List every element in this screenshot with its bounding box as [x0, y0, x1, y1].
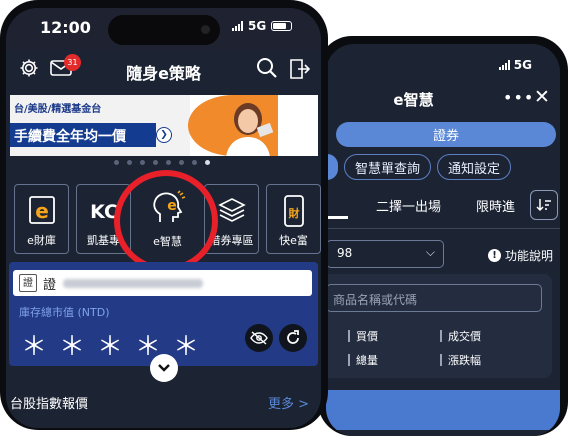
tile-quick-wealth[interactable]: 財 快e富 [266, 184, 321, 254]
info-icon: ! [488, 249, 501, 262]
more-horizontal-icon[interactable]: ••• [503, 88, 534, 107]
network-label: 5G [248, 19, 267, 33]
segment-securities[interactable]: 證券 [336, 122, 556, 147]
network-label: 5G [513, 58, 532, 72]
back-status-bar: 5G [498, 58, 532, 72]
logout-icon[interactable] [288, 58, 311, 84]
banner-person-image [226, 103, 274, 156]
quote-field: 成交價 [440, 328, 481, 344]
bottom-action-button[interactable] [326, 390, 560, 430]
sort-button[interactable] [530, 190, 558, 220]
page-title: e智慧 [393, 91, 434, 109]
carousel-dot[interactable] [179, 160, 184, 165]
market-value-label: 庫存總市值 (NTD) [19, 306, 110, 319]
banner-headline: 手續費全年均一價 [10, 123, 156, 147]
carousel-dot[interactable] [114, 160, 119, 165]
quote-field: 總量 [348, 352, 378, 368]
phone-wealth-icon: 財 [283, 195, 304, 227]
help-link[interactable]: ! 功能說明 [488, 247, 553, 264]
promo-banner[interactable]: 台/美股/精選基金台 手續費全年均一價 ❯ [10, 95, 318, 156]
account-card[interactable]: 證 證 庫存總市值 (NTD) ＊＊＊＊＊ [9, 262, 318, 366]
tile-label: 快e富 [279, 234, 308, 247]
clock: 12:00 [40, 18, 91, 37]
help-label: 功能說明 [505, 249, 554, 263]
index-section-title: 台股指數報價 [10, 397, 89, 412]
pill-notification-settings[interactable]: 通知設定 [437, 154, 512, 180]
carousel-dot-active[interactable] [205, 160, 210, 165]
banner-subtitle: 台/美股/精選基金台 [14, 104, 102, 115]
account-select-value: 98 [337, 246, 353, 260]
svg-text:e: e [35, 199, 49, 223]
carousel-dot[interactable] [192, 160, 197, 165]
quote-field: 漲跌幅 [440, 352, 481, 368]
chevron-down-icon [158, 364, 170, 372]
tab-either-exit[interactable]: 二擇一出場 [376, 196, 441, 215]
status-bar: 12:00 5G [6, 8, 321, 50]
carousel-dot[interactable] [127, 160, 132, 165]
tile-label: e財庫 [27, 234, 56, 247]
eye-off-icon [250, 331, 268, 345]
quote-panel: 商品名稱或代碼 買價 成交價 總量 漲跌幅 [326, 274, 552, 378]
carousel-dot[interactable] [166, 160, 171, 165]
tile-e-wealth[interactable]: e e財庫 [14, 184, 69, 254]
back-phone-screen: 5G e智慧 ••• ✕ 證券 智慧單查詢 通知設定 二擇一出場 限時進 98 … [326, 44, 560, 436]
carousel-dots [114, 160, 210, 165]
market-value-masked: ＊＊＊＊＊ [21, 332, 212, 362]
dynamic-island [108, 15, 220, 45]
expand-button[interactable] [150, 354, 178, 382]
battery-icon [271, 21, 293, 31]
more-link[interactable]: 更多 > [268, 393, 309, 412]
hide-value-button[interactable] [245, 324, 273, 352]
account-row[interactable]: 證 證 [13, 270, 312, 296]
sort-icon [536, 199, 551, 212]
search-icon[interactable] [256, 57, 278, 83]
status-indicators: 5G [232, 19, 293, 33]
product-search-input[interactable]: 商品名稱或代碼 [326, 284, 542, 312]
camera-icon [201, 25, 210, 34]
e-wealth-icon: e [28, 196, 55, 224]
tab-timed-entry[interactable]: 限時進 [476, 196, 515, 215]
svg-text:財: 財 [287, 206, 299, 220]
app-header: 31 隨身e策略 [6, 50, 321, 90]
carousel-dot[interactable] [153, 160, 158, 165]
front-phone-screen: 12:00 5G 31 隨身e策略 台/美股/精選基金台 手續費全年均一價 ❯ … [6, 8, 321, 428]
quote-field: 買價 [348, 328, 378, 344]
stock-lending-icon [217, 198, 246, 222]
divider [326, 228, 560, 229]
chevron-right-icon: ❯ [156, 127, 172, 143]
pill-smart-order-query[interactable]: 智慧單查詢 [344, 154, 432, 180]
signal-icon [232, 21, 243, 31]
filter-pills: 智慧單查詢 通知設定 [326, 154, 512, 180]
signal-icon [498, 60, 510, 70]
carousel-dot[interactable] [140, 160, 145, 165]
chevron-down-icon: ⌵ [425, 245, 435, 259]
account-label: 證 [43, 278, 57, 293]
refresh-icon [287, 330, 299, 344]
account-select[interactable]: 98 ⌵ [326, 240, 444, 268]
close-icon[interactable]: ✕ [534, 86, 550, 108]
highlight-circle [114, 170, 218, 272]
refresh-button[interactable] [279, 324, 307, 352]
account-number-blurred [63, 279, 203, 288]
strategy-tabs: 二擇一出場 限時進 [326, 196, 560, 222]
back-phone: 5G e智慧 ••• ✕ 證券 智慧單查詢 通知設定 二擇一出場 限時進 98 … [318, 36, 568, 436]
front-phone: 12:00 5G 31 隨身e策略 台/美股/精選基金台 手續費全年均一價 ❯ … [0, 0, 328, 430]
account-type-tag: 證 [19, 274, 37, 292]
active-tab-indicator [326, 216, 348, 219]
